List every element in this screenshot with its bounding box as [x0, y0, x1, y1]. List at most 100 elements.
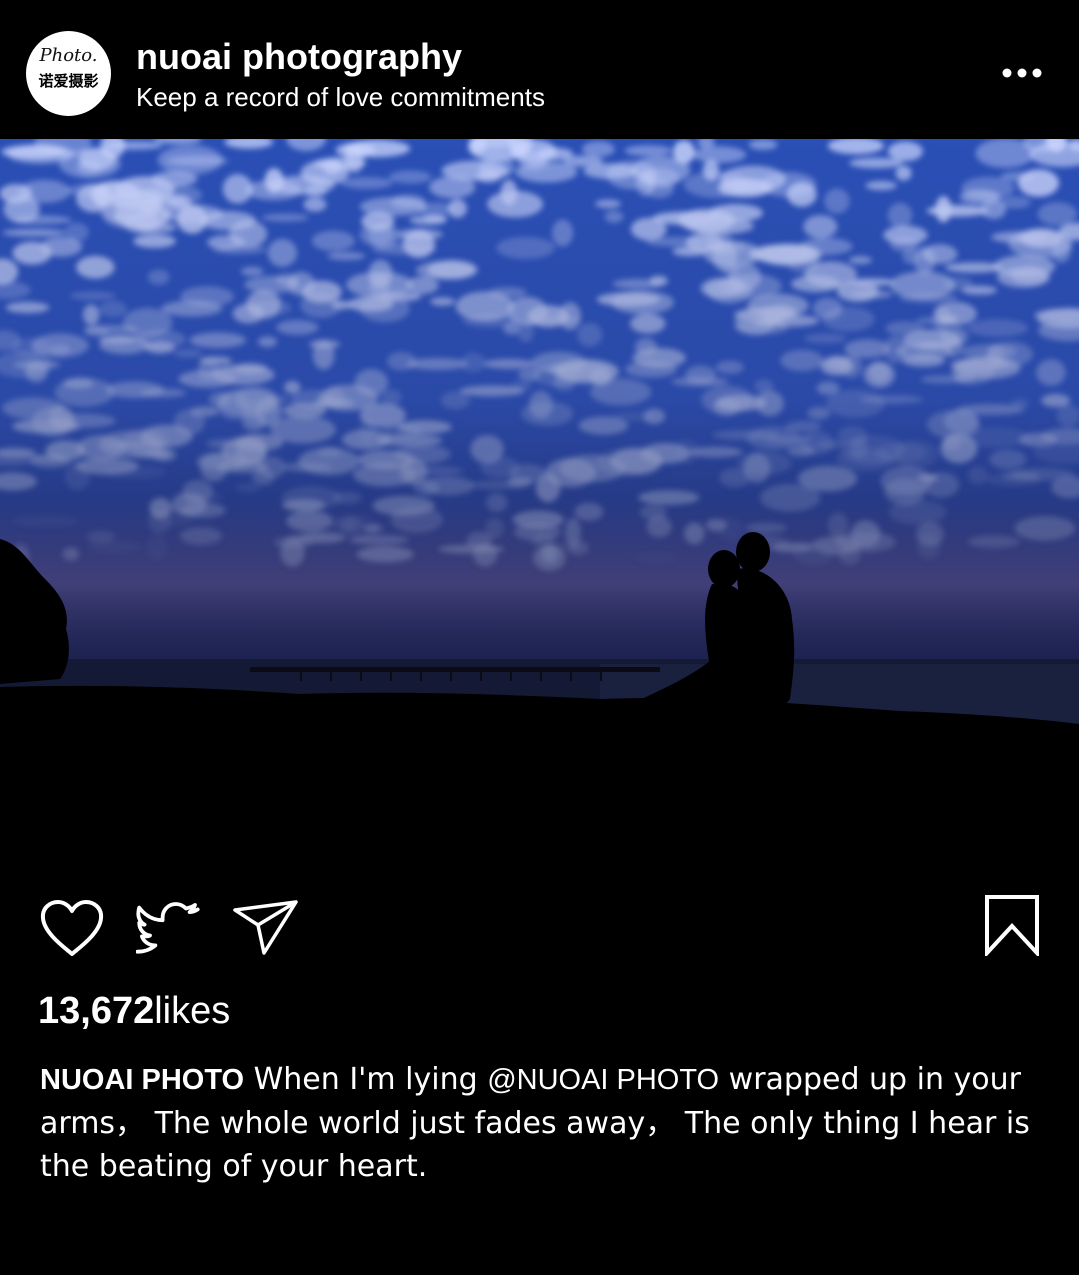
cloud-puff [84, 327, 110, 337]
caption-mention[interactable]: @NUOAI PHOTO [487, 1064, 719, 1096]
cloud-puff [849, 157, 903, 169]
cloud-puff [2, 228, 66, 237]
cloud-puff [961, 285, 998, 295]
cloud-puff [311, 230, 355, 252]
cloud-puff [76, 435, 127, 461]
cloud-puff [180, 286, 235, 307]
save-button[interactable] [984, 894, 1040, 959]
cloud-puff [920, 375, 966, 384]
cloud-puff [82, 304, 100, 326]
caption-username[interactable]: NUOAI PHOTO [40, 1064, 244, 1096]
cloud-puff [959, 189, 1001, 205]
cloud-puff [604, 210, 624, 223]
cloud-puff [448, 199, 467, 218]
twitter-bird-icon [135, 902, 200, 954]
cloud-puff [487, 190, 544, 218]
cloud-puff [582, 141, 615, 157]
cloud-puff [147, 196, 184, 206]
cloud-puff [152, 507, 196, 526]
cloud-puff [488, 287, 527, 298]
cloud-puff [803, 333, 847, 344]
cloud-puff [312, 340, 335, 370]
send-button[interactable] [232, 900, 300, 956]
cloud-puff [12, 241, 52, 265]
cloud-puff [630, 217, 667, 241]
cloud-puff [578, 416, 629, 435]
cloud-puff [902, 354, 945, 367]
cloud-puff [179, 527, 223, 545]
cloud-puff [406, 466, 464, 476]
cloud-puff [643, 408, 666, 425]
cloud-puff [722, 264, 740, 276]
cloud-puff [459, 385, 525, 397]
cloud-puff [372, 495, 435, 516]
cloud-puff [406, 276, 439, 295]
cloud-puff [62, 547, 80, 561]
heart-icon [40, 900, 104, 956]
cloud-puff [887, 141, 923, 162]
cloud-puff [301, 280, 342, 303]
cloud-puff [1017, 169, 1060, 197]
cloud-puff [240, 266, 264, 276]
cloud-puff [281, 486, 342, 510]
more-options-button[interactable] [995, 58, 1049, 88]
cloud-puff [803, 215, 838, 239]
avatar-script-text: Photo. [39, 45, 98, 66]
cloud-puff [889, 237, 920, 252]
cloud-puff [147, 534, 168, 561]
account-name[interactable]: nuoai photography [136, 36, 462, 78]
cloud-puff [624, 145, 672, 157]
cloud-puff [147, 269, 170, 285]
cloud-puff [645, 236, 707, 247]
cloud-puff [685, 365, 716, 385]
cloud-puff [834, 531, 896, 553]
cloud-puff [532, 545, 566, 571]
cloud-puff [943, 338, 963, 358]
caption-text-before: When I'm lying [244, 1062, 488, 1097]
cloud-puff [632, 347, 686, 368]
cloud-puff [997, 267, 1050, 288]
cloud-puff [754, 379, 774, 394]
post-photo[interactable] [0, 139, 1079, 870]
post-caption: NUOAI PHOTO When I'm lying @NUOAI PHOTO … [40, 1058, 1040, 1188]
cloud-puff [340, 177, 393, 189]
cloud-puff [496, 236, 555, 259]
cloud-puff [574, 502, 604, 521]
cloud-puff [631, 156, 691, 184]
cloud-puff [1018, 432, 1058, 447]
cloud-puff [317, 446, 342, 457]
cloud-puff [849, 437, 868, 459]
cloud-puff [545, 458, 596, 488]
likes-count[interactable]: 13,672likes [38, 990, 230, 1033]
cloud-puff [217, 390, 250, 420]
cloud-puff [521, 401, 574, 426]
cloud-puff [422, 476, 475, 496]
cloud-puff [353, 462, 417, 487]
cloud-puff [251, 469, 275, 486]
share-twitter-button[interactable] [135, 902, 202, 958]
cloud-puff [715, 360, 745, 374]
cloud-puff [232, 303, 265, 324]
cloud-puff [826, 389, 885, 418]
cloud-puff [712, 430, 779, 440]
cloud-puff [780, 349, 824, 372]
cloud-puff [423, 214, 448, 223]
cloud-puff [270, 415, 336, 444]
cloud-puff [178, 370, 237, 388]
cloud-puff [552, 219, 574, 247]
cloud-puff [76, 255, 115, 279]
cloud-puff [2, 397, 65, 420]
cloud-puff [381, 389, 402, 405]
avatar[interactable]: Photo. 诺爱摄影 [26, 31, 111, 116]
cloud-puff [967, 319, 1029, 337]
cloud-puff [708, 203, 763, 222]
like-button[interactable] [40, 900, 104, 958]
cloud-puff [999, 196, 1032, 209]
paper-plane-icon [233, 900, 298, 955]
cloud-puff [64, 462, 91, 491]
cloud-puff [300, 160, 350, 186]
cloud-puff [851, 290, 893, 299]
cloud-puff [388, 170, 432, 184]
cloud-puff [989, 449, 1027, 470]
cloud-puff [280, 537, 305, 567]
